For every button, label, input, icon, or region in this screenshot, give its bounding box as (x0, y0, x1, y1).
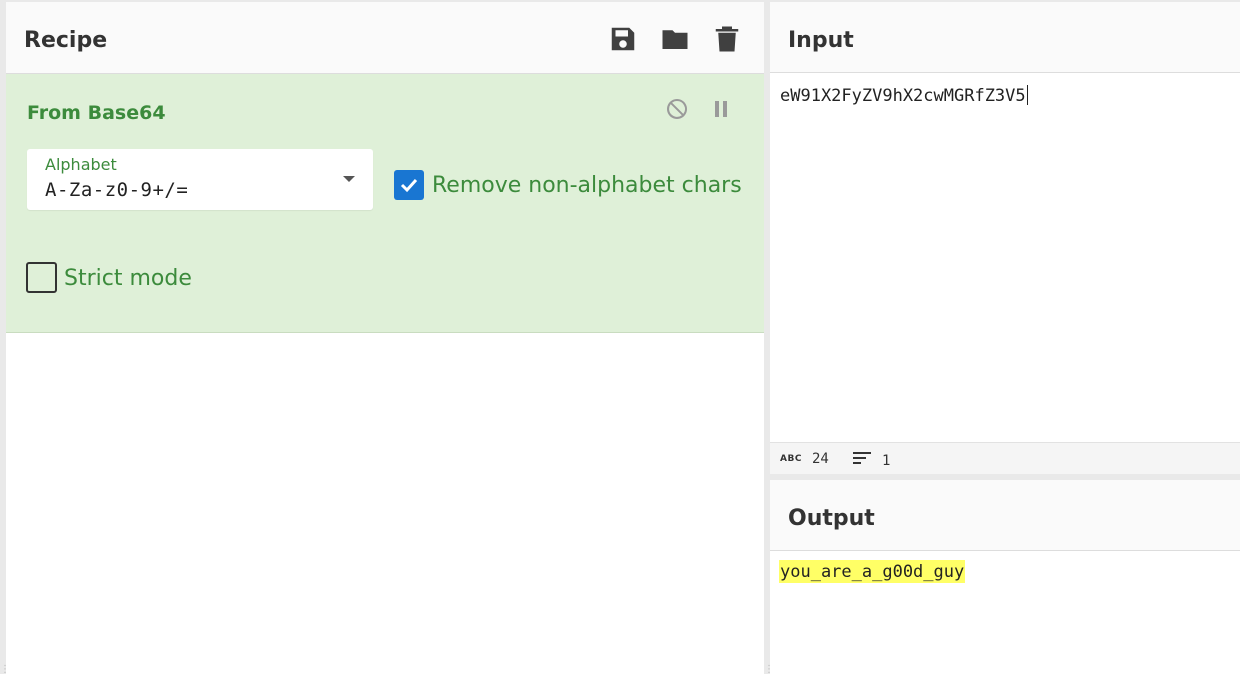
input-value: eW91X2FyZV9hX2cwMGRfZ3V5 (780, 86, 1026, 106)
resize-handle-middle[interactable]: ⋮ (764, 664, 774, 674)
operation-controls (664, 96, 734, 122)
remove-non-alphabet-label[interactable]: Remove non-alphabet chars (432, 173, 742, 198)
input-title: Input (788, 28, 854, 53)
char-count-value: 24 (811, 451, 829, 467)
input-status-bar: ABC 24 1 (770, 442, 1240, 474)
line-count: 1 (852, 451, 890, 471)
operation-title: From Base64 (27, 102, 166, 124)
input-header: Input (770, 2, 1240, 73)
disable-icon[interactable] (664, 96, 690, 122)
strict-mode-checkbox[interactable] (26, 262, 57, 293)
alphabet-value: A-Za-z0-9+/= (45, 179, 189, 201)
char-count: ABC 24 (780, 451, 829, 467)
output-title: Output (788, 506, 875, 531)
trash-icon[interactable] (710, 22, 744, 56)
line-count-value: 1 (882, 453, 891, 469)
alphabet-label: Alphabet (45, 155, 117, 174)
output-value[interactable]: you_are_a_g00d_guy (779, 560, 966, 583)
output-pane: Output you_are_a_g00d_guy (770, 480, 1240, 674)
input-pane: Input eW91X2FyZV9hX2cwMGRfZ3V5 ABC 24 1 (770, 2, 1240, 474)
output-header: Output (770, 480, 1240, 551)
folder-icon[interactable] (658, 22, 692, 56)
chevron-down-icon (343, 176, 355, 182)
recipe-toolbar (606, 22, 744, 56)
resize-handle-left[interactable]: ⋮ (0, 664, 10, 674)
lines-icon (852, 451, 872, 471)
remove-non-alphabet-checkbox[interactable] (394, 170, 424, 200)
cyberchef-app: Recipe From Base64 Alphabet A-Za-z0-9+/=… (0, 0, 1240, 674)
checkmark-icon (400, 178, 418, 193)
recipe-title: Recipe (24, 28, 108, 53)
pause-icon[interactable] (708, 96, 734, 122)
recipe-header: Recipe (6, 2, 764, 74)
save-icon[interactable] (606, 22, 640, 56)
alphabet-select[interactable]: Alphabet A-Za-z0-9+/= (27, 149, 373, 210)
text-cursor (1026, 85, 1028, 105)
recipe-pane: Recipe From Base64 Alphabet A-Za-z0-9+/=… (6, 2, 764, 674)
strict-mode-label[interactable]: Strict mode (64, 266, 192, 291)
abc-icon: ABC (780, 454, 802, 464)
operation-from-base64: From Base64 Alphabet A-Za-z0-9+/= Remove… (6, 74, 764, 333)
input-textarea[interactable]: eW91X2FyZV9hX2cwMGRfZ3V5 (780, 85, 1028, 106)
